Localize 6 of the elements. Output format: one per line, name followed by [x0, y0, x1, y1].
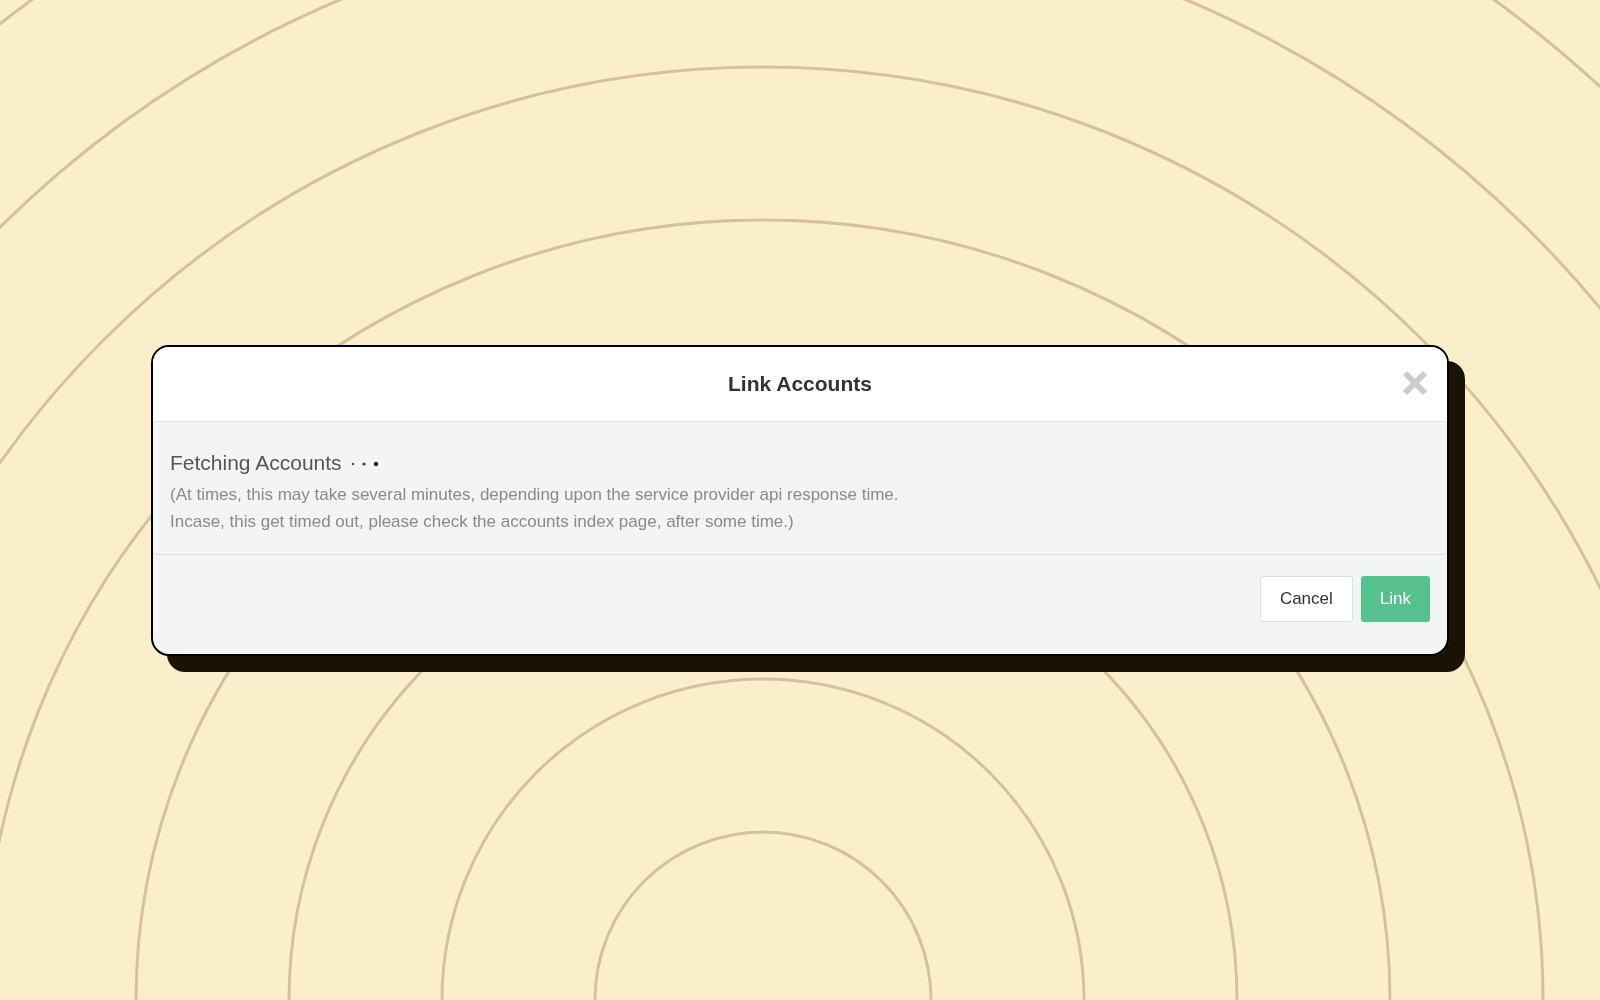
- close-icon: [1401, 369, 1429, 397]
- status-text: Fetching Accounts: [170, 450, 342, 476]
- note-text: (At times, this may take several minutes, depending upon the service provider api response time.: [170, 484, 900, 505]
- cancel-button[interactable]: Cancel: [1259, 576, 1353, 622]
- note-text: Incase, this get timed out, please check the accounts index page, after some time.): [170, 511, 795, 532]
- dialog-title: Link Accounts: [728, 371, 872, 398]
